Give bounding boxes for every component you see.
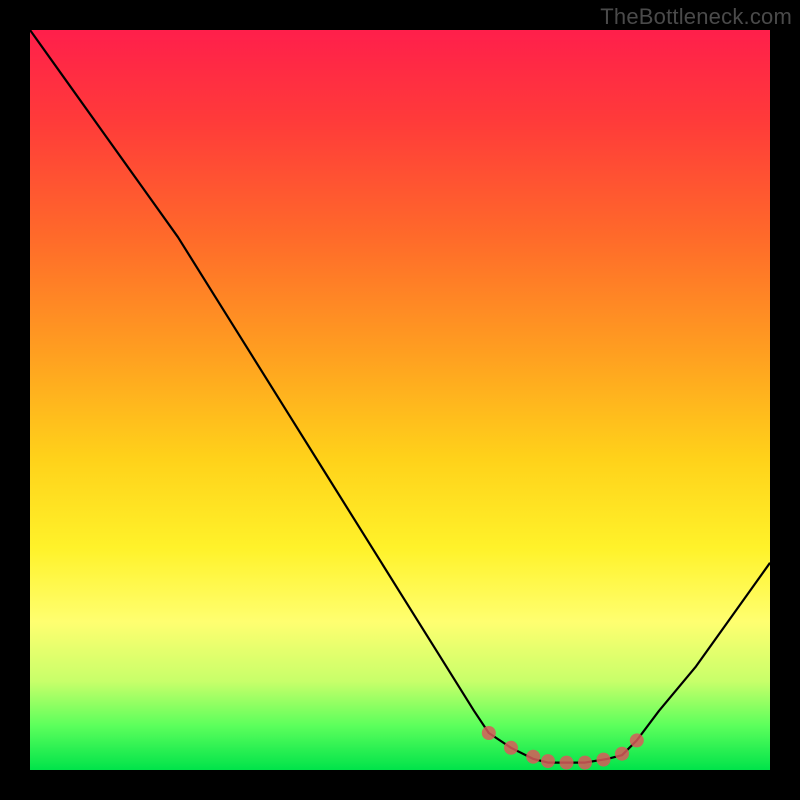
optimal-marker-dot [482,726,496,740]
watermark-text: TheBottleneck.com [600,4,792,30]
outer-black-frame: TheBottleneck.com [0,0,800,800]
optimal-markers [482,726,644,770]
optimal-marker-dot [630,733,644,747]
optimal-marker-dot [541,754,555,768]
bottleneck-curve-line [30,30,770,763]
optimal-marker-dot [615,747,629,761]
optimal-marker-dot [560,756,574,770]
chart-area [30,30,770,770]
optimal-marker-dot [504,741,518,755]
optimal-marker-dot [578,756,592,770]
optimal-marker-dot [526,750,540,764]
chart-svg [30,30,770,770]
optimal-marker-dot [597,753,611,767]
